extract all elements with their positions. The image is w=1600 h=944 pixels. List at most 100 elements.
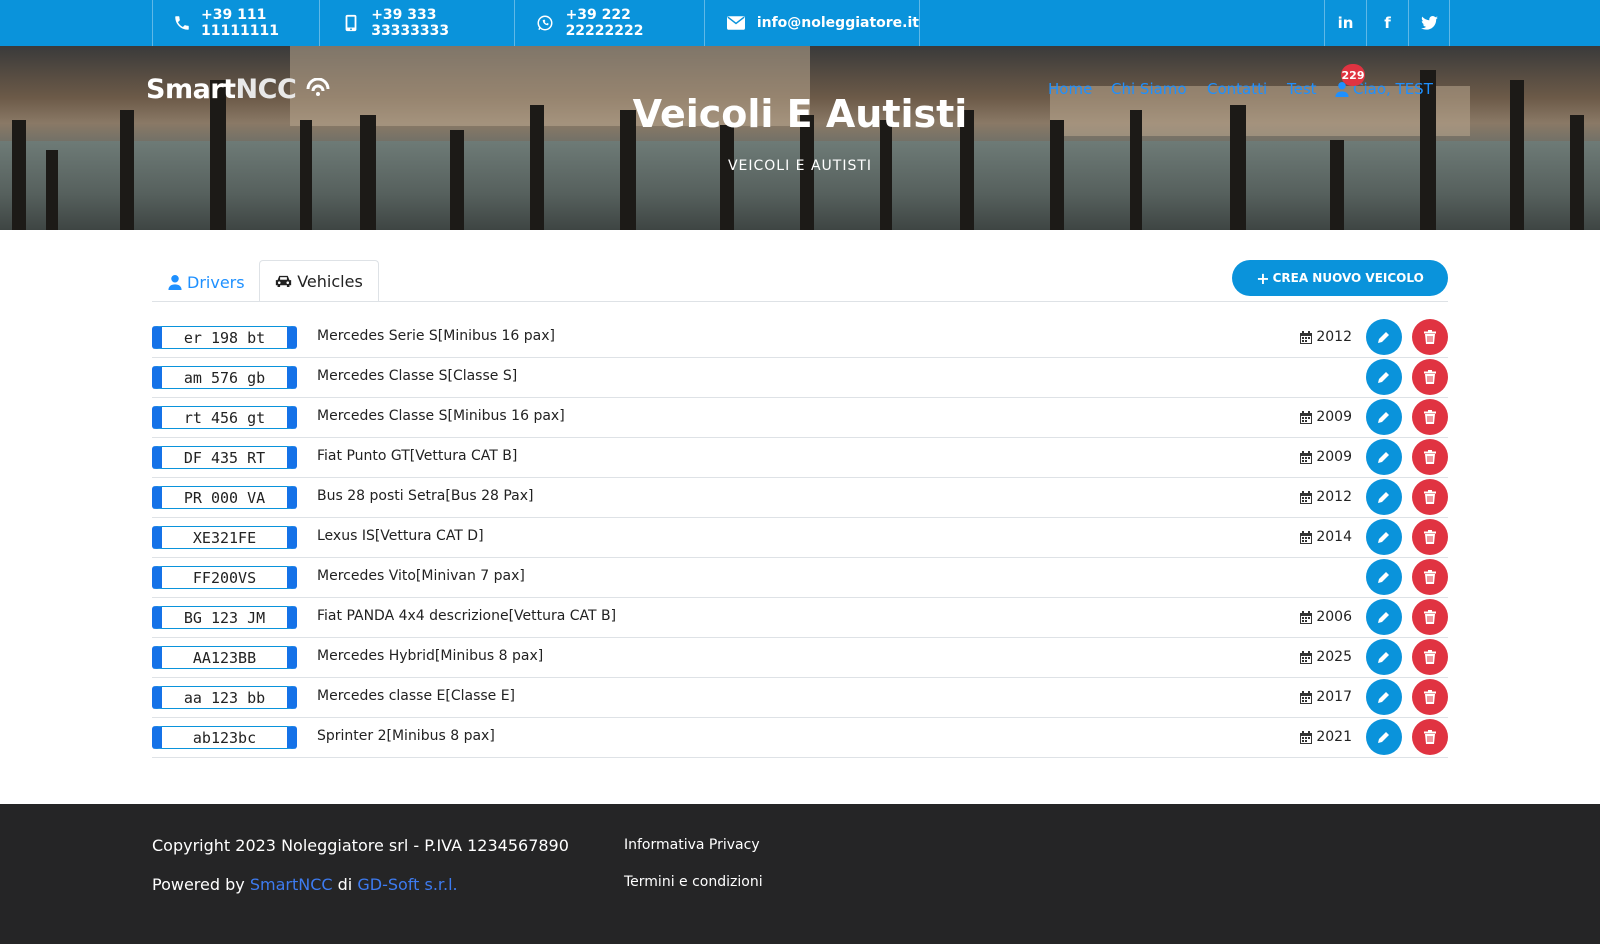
vehicle-year: 2009 [1300,449,1352,465]
delete-vehicle-button[interactable] [1412,719,1448,755]
delete-vehicle-button[interactable] [1412,319,1448,355]
license-plate: aa 123 bb [152,686,297,709]
calendar-icon [1300,690,1313,704]
license-plate: ab123bc [152,726,297,749]
license-plate: DF 435 RT [152,446,297,469]
calendar-icon [1300,730,1313,744]
vehicle-row: PR 000 VA Bus 28 posti Setra[Bus 28 Pax] 2… [152,478,1448,518]
nav-chi-siamo[interactable]: Chi Siamo [1111,80,1187,98]
edit-vehicle-button[interactable] [1366,719,1402,755]
tab-drivers[interactable]: Drivers [152,262,261,302]
vehicle-year-text: 2006 [1316,609,1352,625]
vehicle-row: aa 123 bb Mercedes classe E[Classe E] 2017 [152,678,1448,718]
edit-vehicle-button[interactable] [1366,519,1402,555]
edit-vehicle-button[interactable] [1366,639,1402,675]
delete-vehicle-button[interactable] [1412,399,1448,435]
pencil-icon [1378,650,1391,663]
license-plate: er 198 bt [152,326,297,349]
vehicle-name: Fiat PANDA 4x4 descrizione[Vettura CAT B… [317,608,617,624]
delete-vehicle-button[interactable] [1412,479,1448,515]
vehicle-list: er 198 bt Mercedes Serie S[Minibus 16 pax… [152,318,1448,758]
pencil-icon [1378,330,1391,343]
trash-icon [1424,610,1436,624]
trash-icon [1424,650,1436,664]
delete-vehicle-button[interactable] [1412,679,1448,715]
delete-vehicle-button[interactable] [1412,439,1448,475]
contact-email[interactable]: info@noleggiatore.it [704,0,919,46]
phone-icon [173,12,191,34]
hero-pole [300,120,312,230]
car-icon [276,275,292,287]
edit-vehicle-button[interactable] [1366,399,1402,435]
contact-whatsapp[interactable]: +39 222 22222222 [514,0,704,46]
pencil-icon [1378,610,1391,623]
delete-vehicle-button[interactable] [1412,599,1448,635]
pencil-icon [1378,450,1391,463]
license-plate: BG 123 JM [152,606,297,629]
vehicle-name: Mercedes Hybrid[Minibus 8 pax] [317,648,544,664]
linkedin-icon[interactable]: in [1324,0,1366,46]
vehicle-row: DF 435 RT Fiat Punto GT[Vettura CAT B] 200… [152,438,1448,478]
vehicle-row: BG 123 JM Fiat PANDA 4x4 descrizione[Vett… [152,598,1448,638]
terms-link[interactable]: Termini e condizioni [624,874,763,890]
license-plate: AA123BB [152,646,297,669]
delete-vehicle-button[interactable] [1412,359,1448,395]
nav-contatti[interactable]: Contatti [1207,80,1267,98]
delete-vehicle-button[interactable] [1412,639,1448,675]
vehicle-name: Lexus IS[Vettura CAT D] [317,528,484,544]
trash-icon [1424,330,1436,344]
edit-vehicle-button[interactable] [1366,359,1402,395]
contact-mobile[interactable]: +39 333 33333333 [319,0,514,46]
tab-divider [152,301,1448,302]
user-icon [168,274,182,290]
hero-pole [1050,120,1064,230]
calendar-icon [1300,530,1313,544]
delete-vehicle-button[interactable] [1412,559,1448,595]
create-vehicle-button[interactable]: + CREA NUOVO VEICOLO [1232,260,1448,296]
vehicle-year: 2012 [1300,329,1352,345]
whatsapp-icon [535,12,556,34]
hero-pole [720,125,734,230]
vehicle-year: 2009 [1300,409,1352,425]
license-plate: PR 000 VA [152,486,297,509]
contact-phone[interactable]: +39 111 11111111 [152,0,319,46]
tab-vehicles[interactable]: Vehicles [259,260,379,302]
trash-icon [1424,410,1436,424]
page-title: Veicoli E Autisti [632,92,968,136]
edit-vehicle-button[interactable] [1366,319,1402,355]
edit-vehicle-button[interactable] [1366,559,1402,595]
smartncc-link[interactable]: SmartNCC [250,875,333,894]
hero-pole [1330,140,1344,230]
facebook-icon[interactable]: f [1366,0,1408,46]
vehicle-name: Fiat Punto GT[Vettura CAT B] [317,448,518,464]
license-plate: am 576 gb [152,366,297,389]
vehicle-row: er 198 bt Mercedes Serie S[Minibus 16 pax… [152,318,1448,358]
footer-powered-by: Powered by SmartNCC di GD-Soft s.r.l. [152,875,458,894]
privacy-link[interactable]: Informativa Privacy [624,837,760,853]
powered-mid: di [337,875,353,894]
hero-pole [880,120,892,230]
nav-home[interactable]: Home [1048,80,1092,98]
vehicle-year-text: 2017 [1316,689,1352,705]
twitter-icon[interactable] [1408,0,1450,46]
trash-icon [1424,490,1436,504]
gdsoft-link[interactable]: GD-Soft s.r.l. [357,875,457,894]
notification-badge[interactable]: 229 [1341,64,1365,86]
edit-vehicle-button[interactable] [1366,439,1402,475]
nav-test[interactable]: Test [1287,80,1317,98]
pencil-icon [1378,690,1391,703]
vehicle-name: Bus 28 posti Setra[Bus 28 Pax] [317,488,534,504]
hero-pole [12,120,26,230]
plus-icon: + [1256,268,1270,288]
edit-vehicle-button[interactable] [1366,599,1402,635]
edit-vehicle-button[interactable] [1366,479,1402,515]
edit-vehicle-button[interactable] [1366,679,1402,715]
powered-prefix: Powered by [152,875,245,894]
tab-vehicles-label: Vehicles [297,271,363,291]
vehicle-year: 2006 [1300,609,1352,625]
trash-icon [1424,570,1436,584]
delete-vehicle-button[interactable] [1412,519,1448,555]
pencil-icon [1378,570,1391,583]
vehicle-year-text: 2021 [1316,729,1352,745]
vehicle-year: 2021 [1300,729,1352,745]
